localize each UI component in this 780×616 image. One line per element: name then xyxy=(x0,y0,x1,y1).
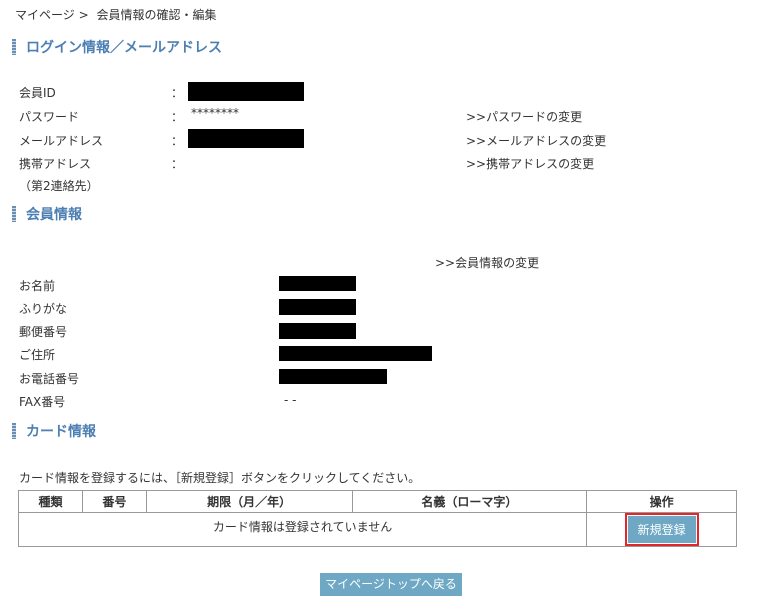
name-value-redacted xyxy=(279,276,356,291)
action-cell: 新規登録 xyxy=(586,512,737,547)
column-header-holder: 名義（ローマ字） xyxy=(351,490,588,513)
column-header-number: 番号 xyxy=(81,490,147,513)
change-password-link[interactable]: >>パスワードの変更 xyxy=(466,108,582,125)
column-header-expiry: 期限（月／年） xyxy=(145,490,353,513)
change-mobile-link[interactable]: >>携帯アドレスの変更 xyxy=(466,155,594,172)
email-value-redacted xyxy=(188,129,304,148)
password-label: パスワード xyxy=(19,110,80,124)
colon: ： xyxy=(171,86,184,100)
breadcrumb-current: 会員情報の確認・編集 xyxy=(96,8,217,22)
section-bar-icon xyxy=(12,39,16,55)
email-label: メールアドレス xyxy=(19,134,104,148)
colon: ： xyxy=(171,134,184,148)
member-id-value-redacted xyxy=(188,82,304,101)
breadcrumb-separator: > xyxy=(78,8,89,22)
furigana-value-redacted xyxy=(279,299,356,315)
password-value: ******** xyxy=(191,106,239,120)
change-member-info-link[interactable]: >>会員情報の変更 xyxy=(435,254,539,271)
mobile-label: 携帯アドレス xyxy=(19,157,92,171)
change-email-link[interactable]: >>メールアドレスの変更 xyxy=(466,132,606,149)
phone-value-redacted xyxy=(279,369,387,384)
postal-label: 郵便番号 xyxy=(19,325,68,339)
breadcrumb-home-link[interactable]: マイページ xyxy=(15,8,75,22)
card-table: 種類 番号 期限（月／年） 名義（ローマ字） 操作 カード情報は登録されていませ… xyxy=(17,490,737,547)
login-section-title: ログイン情報／メールアドレス xyxy=(26,40,222,56)
fax-value: - - xyxy=(284,393,297,407)
card-section-header: カード情報 xyxy=(12,422,96,440)
mobile-sub-label: （第2連絡先） xyxy=(19,179,99,193)
column-header-type: 種類 xyxy=(18,490,83,513)
member-id-label: 会員ID xyxy=(19,86,56,100)
address-value-redacted xyxy=(279,346,432,361)
section-bar-icon xyxy=(12,206,16,222)
address-label: ご住所 xyxy=(19,348,56,362)
fax-label: FAX番号 xyxy=(19,395,66,409)
member-section-header: 会員情報 xyxy=(12,205,82,223)
breadcrumb: マイページ > 会員情報の確認・編集 xyxy=(15,6,217,23)
postal-value-redacted xyxy=(279,323,356,339)
furigana-label: ふりがな xyxy=(19,302,68,316)
table-row: カード情報は登録されていません 新規登録 xyxy=(17,512,737,547)
name-label: お名前 xyxy=(19,279,56,293)
colon: ： xyxy=(171,157,184,171)
empty-message: カード情報は登録されていません xyxy=(17,512,588,547)
card-table-header-row: 種類 番号 期限（月／年） 名義（ローマ字） 操作 xyxy=(18,490,737,513)
card-section-title: カード情報 xyxy=(26,424,96,440)
member-section-title: 会員情報 xyxy=(26,207,82,223)
section-bar-icon xyxy=(12,423,16,439)
back-to-mypage-button[interactable]: マイページトップへ戻る xyxy=(320,573,462,596)
login-section-header: ログイン情報／メールアドレス xyxy=(12,38,222,56)
new-button-highlight: 新規登録 xyxy=(624,513,699,546)
card-instruction: カード情報を登録するには、［新規登録］ボタンをクリックしてください。 xyxy=(19,471,421,485)
phone-label: お電話番号 xyxy=(19,372,80,386)
new-registration-button[interactable]: 新規登録 xyxy=(627,516,696,543)
colon: ： xyxy=(171,110,184,124)
column-header-action: 操作 xyxy=(586,490,737,513)
